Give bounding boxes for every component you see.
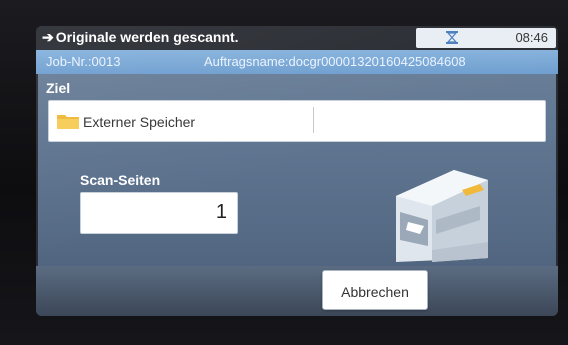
scan-pages-label: Scan-Seiten <box>80 172 161 188</box>
folder-icon <box>57 115 79 129</box>
status-message-text: Originale werden gescannt. <box>55 29 239 45</box>
clock: 08:46 <box>515 30 548 45</box>
job-info-bar: Job-Nr.:0013 Auftragsname:docgr000013201… <box>36 50 558 74</box>
scan-pages-value: 1 <box>215 201 227 223</box>
status-bar: ➔ Originale werden gescannt. 08:46 <box>36 26 558 50</box>
destination-value: Externer Speicher <box>83 114 196 130</box>
job-number: Job-Nr.:0013 <box>46 54 121 69</box>
touch-screen: ➔ Originale werden gescannt. 08:46 Job-Nr… <box>36 26 558 316</box>
bottom-action-bar <box>36 266 558 316</box>
printer-scanner-icon <box>396 170 488 262</box>
status-indicator: 08:46 <box>416 28 556 48</box>
job-name: Auftragsname:docgr00001320160425084608 <box>204 54 466 69</box>
status-message: ➔ Originale werden gescannt. <box>42 29 239 46</box>
destination-label: Ziel <box>46 80 71 96</box>
destination-field[interactable]: Externer Speicher <box>48 100 546 142</box>
hourglass-icon <box>446 31 458 44</box>
scan-pages-field: 1 <box>80 192 238 234</box>
arrow-right-icon: ➔ <box>42 29 54 45</box>
device-bezel: ➔ Originale werden gescannt. 08:46 Job-Nr… <box>0 0 568 345</box>
field-divider <box>313 107 314 133</box>
cancel-button[interactable]: Abbrechen <box>322 270 428 310</box>
